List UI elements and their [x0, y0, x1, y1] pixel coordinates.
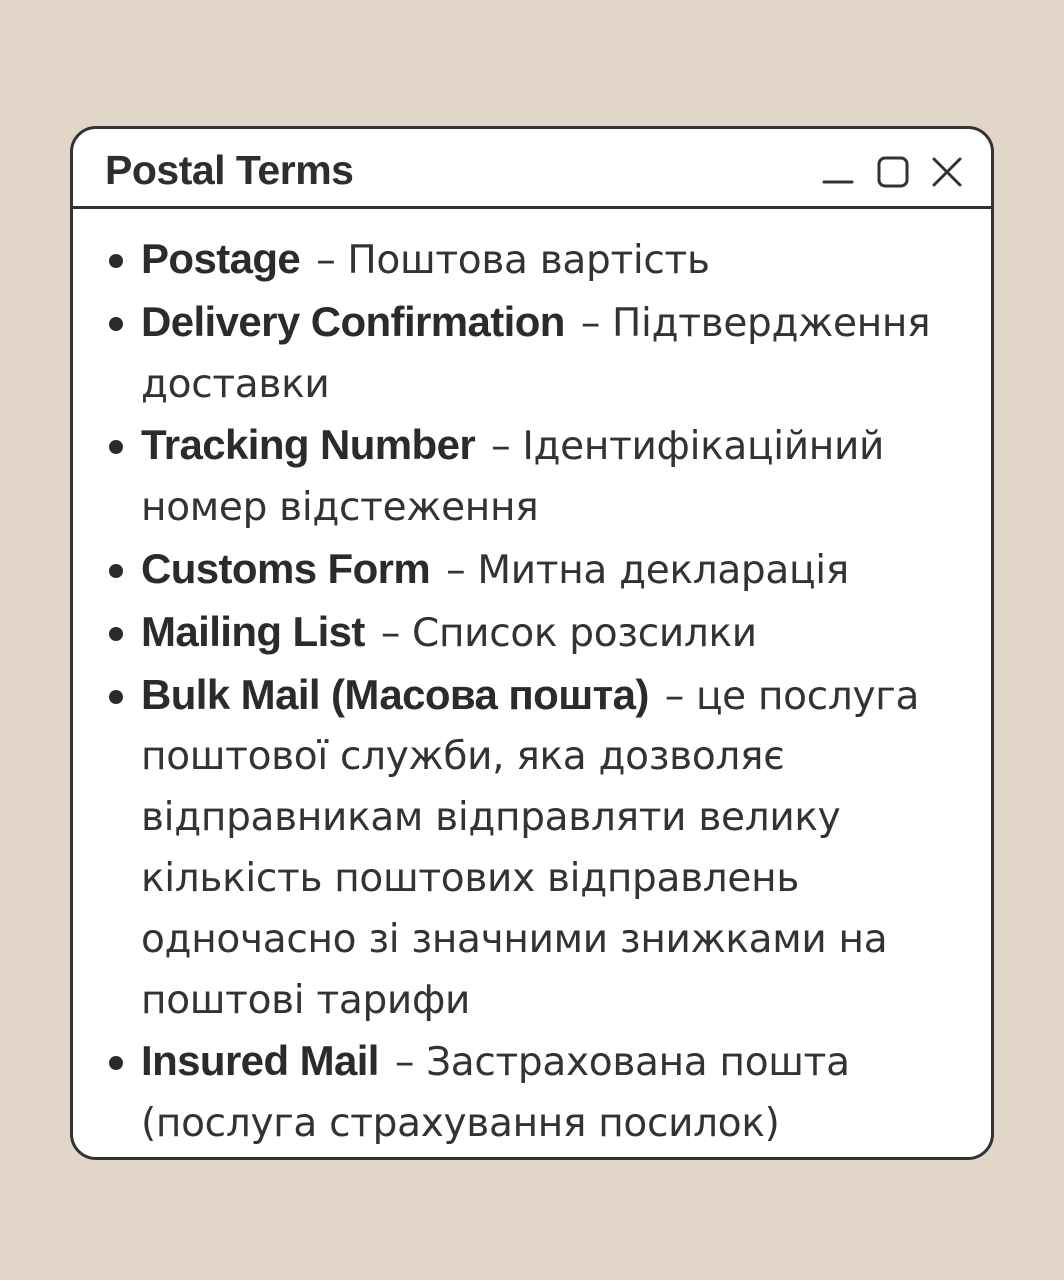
term-dash: – [580, 300, 601, 346]
postal-terms-window: Postal Terms Postage–Поштова вартість [70, 126, 994, 1160]
list-item: Postage – Поштова вартість [103, 229, 983, 292]
term-label: Postage [141, 235, 301, 282]
maximize-icon[interactable] [876, 155, 910, 189]
term-label: Insured Mail [141, 1037, 379, 1085]
list-item: Delivery Confirmation – Підтвердження дост… [103, 292, 983, 416]
term-definition: Список розсилки [412, 610, 757, 656]
term-dash: – [446, 547, 466, 593]
close-icon[interactable] [930, 155, 964, 189]
term-dash: – [664, 673, 685, 719]
term-dash: – [491, 424, 511, 470]
term-dash: – [394, 1040, 415, 1086]
bullet-icon [109, 689, 123, 704]
list-item: Customs Form – Митна декларація [103, 539, 983, 602]
term-label: Customs Form [141, 544, 431, 592]
term-label: Bulk Mail (Масова пошта) [141, 670, 649, 718]
list-item: Bulk Mail (Масова пошта) – це послуга пошт… [103, 665, 983, 1032]
list-item: Tracking Number – Ідентифікаційний номер в… [103, 415, 983, 539]
window-titlebar: Postal Terms [73, 129, 991, 209]
list-item: Insured Mail – Застрахована пошта (послуга… [103, 1031, 983, 1155]
term-label: Mailing List [141, 607, 365, 655]
terms-list: Postage – Поштова вартість Delivery Confir… [103, 229, 983, 1155]
terms-content: Postage – Поштова вартість Delivery Confir… [103, 229, 983, 1155]
bullet-icon [109, 563, 123, 578]
bullet-icon [109, 254, 123, 268]
window-title: Postal Terms [105, 147, 354, 193]
term-label: Delivery Confirmation [141, 297, 565, 345]
bullet-icon [109, 440, 123, 455]
list-item: Mailing List – Список розсилки [103, 602, 983, 665]
minimize-icon[interactable] [821, 155, 855, 189]
term-definition: Митна декларація [477, 547, 849, 593]
bullet-icon [109, 626, 123, 641]
term-definition: Поштова вартість [347, 238, 710, 283]
term-label: Tracking Number [141, 421, 476, 469]
bullet-icon [109, 316, 123, 331]
bullet-icon [109, 1056, 123, 1071]
term-definition: це послуга поштової служби, яка дозволяє… [141, 673, 920, 1023]
term-dash: – [316, 238, 336, 283]
term-dash: – [380, 610, 401, 656]
